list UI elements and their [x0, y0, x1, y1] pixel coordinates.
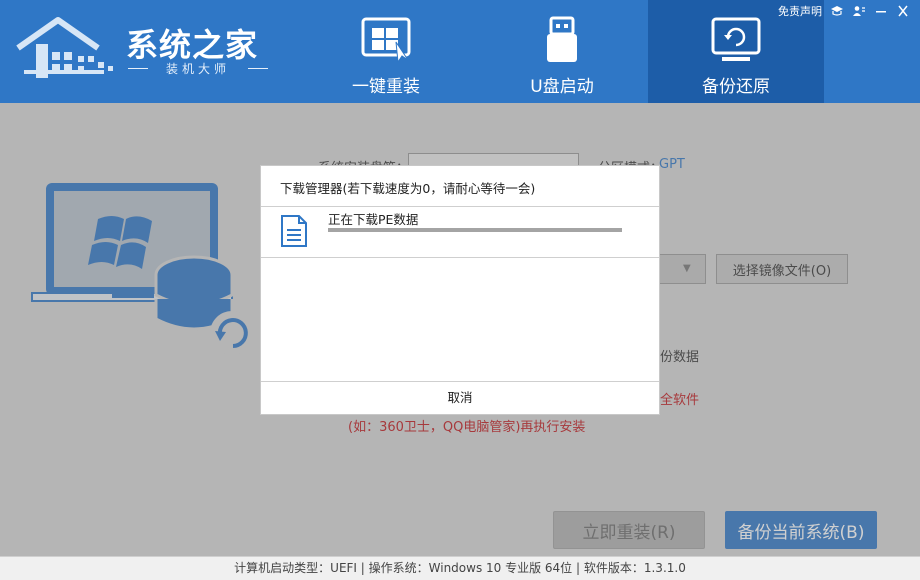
download-manager-dialog: 下载管理器(若下载速度为0，请耐心等待一会) 正在下载PE数据 取消	[260, 165, 660, 415]
status-bar: 计算机启动类型：UEFI | 操作系统：Windows 10 专业版 64位 |…	[0, 556, 920, 580]
brand-subtitle: 装机大师	[128, 60, 268, 77]
tab-label: U盘启动	[530, 77, 594, 97]
divider	[261, 206, 659, 207]
progress-fill	[328, 228, 622, 232]
tab-one-click-install[interactable]: 一键重装	[298, 0, 474, 103]
download-progress-bar	[328, 228, 622, 232]
usb-drive-icon	[547, 16, 577, 62]
top-links: 免责声明	[778, 4, 910, 18]
user-switch-icon[interactable]	[852, 5, 866, 17]
close-icon[interactable]	[896, 5, 910, 17]
disclaimer-link[interactable]: 免责声明	[778, 3, 822, 19]
minimize-icon[interactable]	[874, 5, 888, 17]
tab-usb-boot[interactable]: U盘启动	[474, 0, 650, 103]
divider	[261, 257, 659, 258]
tab-label: 备份还原	[702, 77, 770, 97]
dialog-title: 下载管理器(若下载速度为0，请耐心等待一会)	[280, 181, 536, 196]
windows-install-icon	[361, 17, 411, 64]
cancel-button[interactable]: 取消	[261, 382, 659, 414]
graduation-cap-icon[interactable]	[830, 5, 844, 17]
app-header: 系统之家 装机大师 一键重装 U盘启动 备份还原 免责声明	[0, 0, 920, 103]
house-logo-icon	[16, 17, 113, 78]
document-icon	[281, 215, 307, 247]
tab-label: 一键重装	[352, 77, 420, 97]
download-status-text: 正在下载PE数据	[328, 212, 419, 227]
backup-restore-icon	[711, 17, 761, 61]
